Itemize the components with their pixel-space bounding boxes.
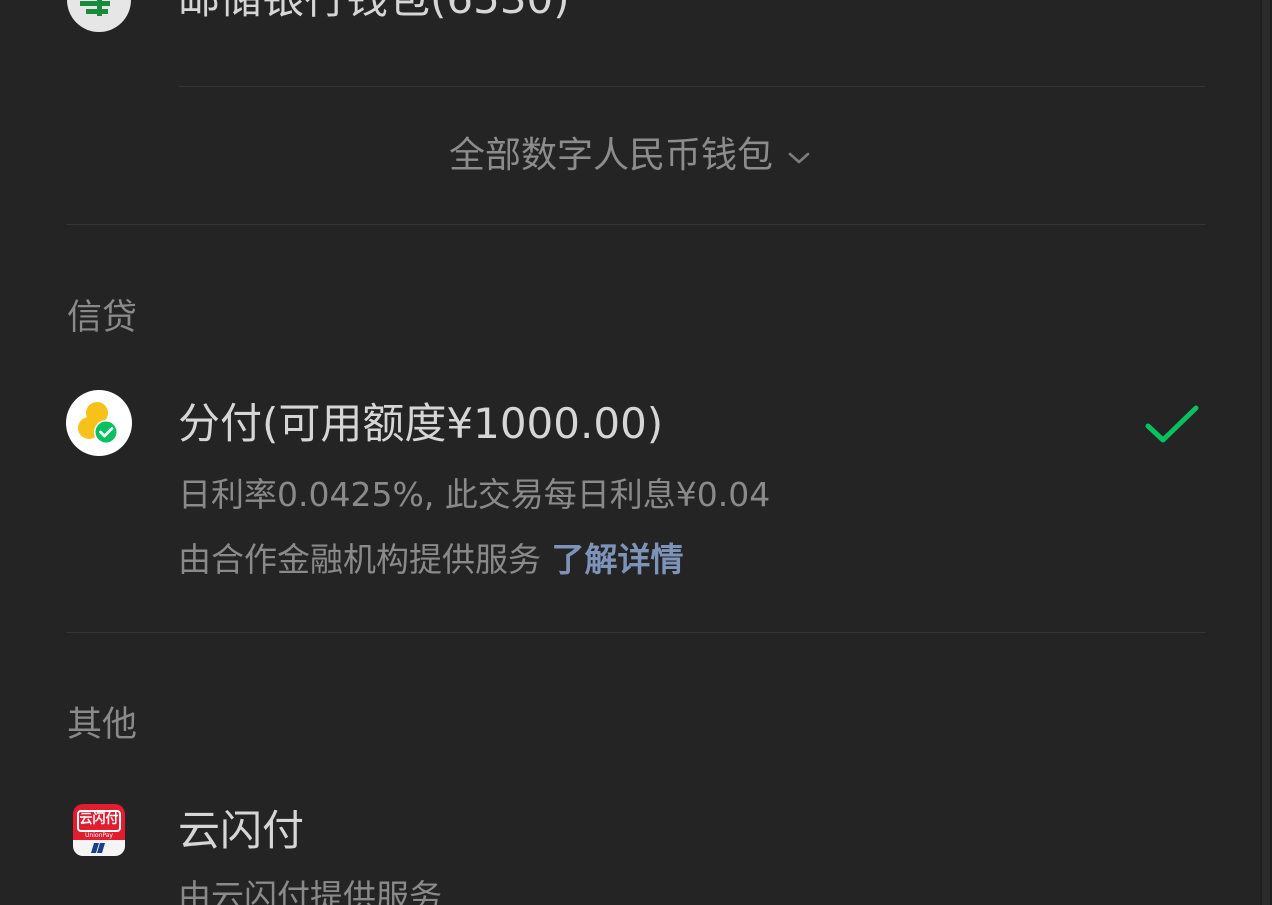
unionpay-icon-text: 云闪付 [79, 812, 119, 827]
learn-more-link[interactable]: 了解详情 [552, 540, 684, 579]
fenfu-coins-icon [66, 390, 132, 456]
chevron-down-icon [788, 152, 810, 164]
unionpay-icon-subtext: UnionPay [85, 832, 113, 839]
scrollbar-thumb[interactable] [1262, 0, 1270, 905]
section-label-other: 其他 [67, 705, 138, 745]
other-option-title: 云闪付 [178, 806, 305, 855]
payment-method-sheet: 邮储银行钱包(6530) 全部数字人民币钱包 信贷 分付(可用额度¥1000.0… [0, 0, 1260, 905]
wallet-option-title: 邮储银行钱包(6530) [178, 0, 570, 20]
divider [67, 632, 1205, 633]
selected-check-icon [1145, 405, 1199, 443]
other-option-unionpay[interactable]: 云闪付 UnionPay 云闪付 由云闪付提供服务 [0, 790, 1260, 905]
wallet-option-postal[interactable]: 邮储银行钱包(6530) [0, 0, 1260, 86]
credit-option-fenfu[interactable]: 分付(可用额度¥1000.00) 日利率0.0425%, 此交易每日利息¥0.0… [0, 380, 1260, 595]
divider [178, 86, 1205, 87]
postal-bank-logo-icon [67, 0, 131, 32]
unionpay-quickpass-icon: 云闪付 UnionPay [73, 804, 125, 856]
expand-all-wallets-button[interactable]: 全部数字人民币钱包 [0, 132, 1260, 180]
other-provider-text: 由云闪付提供服务 [178, 877, 442, 905]
expand-all-wallets-label: 全部数字人民币钱包 [448, 135, 773, 176]
section-label-credit: 信贷 [67, 298, 138, 338]
divider [67, 224, 1205, 225]
credit-provider-row: 由合作金融机构提供服务 了解详情 [178, 543, 684, 576]
credit-provider-text: 由合作金融机构提供服务 [178, 540, 541, 579]
credit-option-title: 分付(可用额度¥1000.00) [178, 399, 664, 448]
credit-rate-text: 日利率0.0425%, 此交易每日利息¥0.04 [178, 475, 771, 514]
